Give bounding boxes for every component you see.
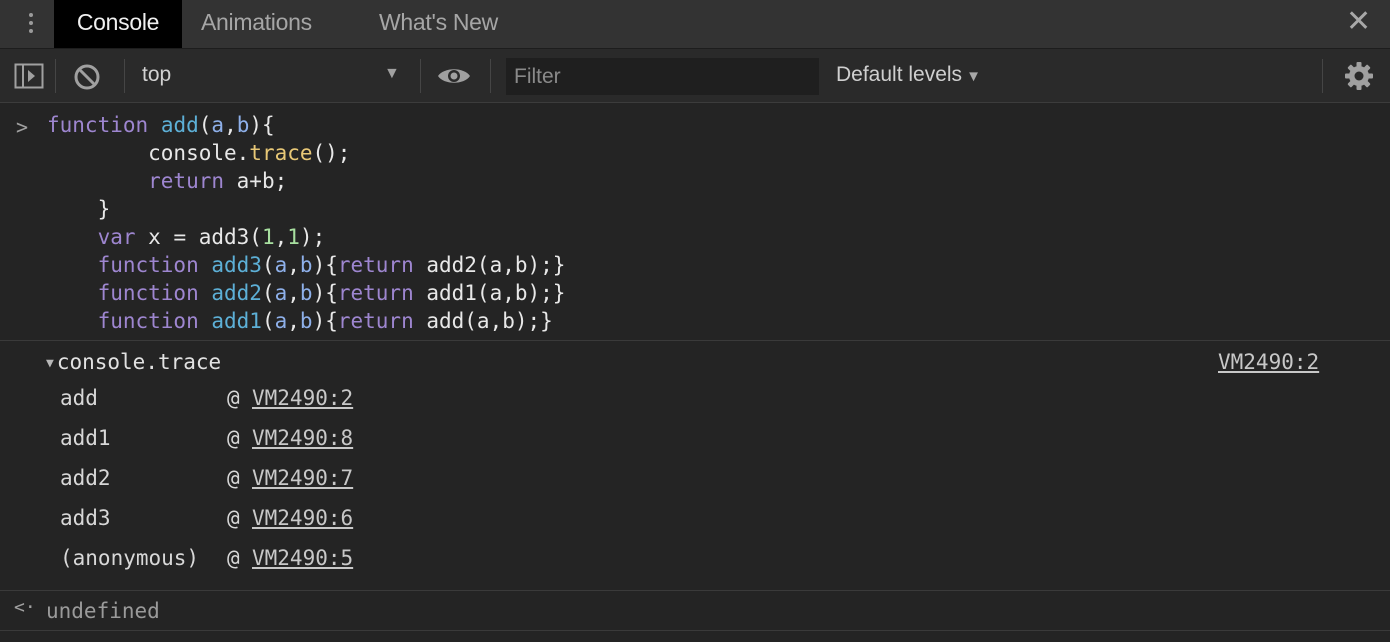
- frame-function: add3: [60, 506, 111, 530]
- close-icon[interactable]: ✕: [1346, 6, 1371, 38]
- chevron-down-icon[interactable]: ▼: [384, 65, 400, 83]
- tab-whats-new[interactable]: What's New: [379, 0, 498, 48]
- show-sidebar-icon[interactable]: [14, 63, 44, 89]
- console-toolbar: top ▼ Default levels▼: [0, 49, 1390, 103]
- frame-location-link[interactable]: VM2490:7: [252, 463, 353, 493]
- stack-frame: add @ VM2490:2: [60, 383, 353, 413]
- frame-function: add2: [60, 466, 111, 490]
- code-line: function add(a,b){: [47, 113, 275, 137]
- trace-source-link[interactable]: VM2490:2: [1218, 347, 1319, 377]
- stack-frame: (anonymous) @ VM2490:5: [60, 543, 353, 573]
- frame-function: (anonymous): [60, 546, 200, 570]
- frame-function: add: [60, 386, 98, 410]
- frame-location-link[interactable]: VM2490:6: [252, 503, 353, 533]
- drawer-tab-bar: Console Animations What's New ✕: [0, 0, 1390, 49]
- kebab-menu-icon[interactable]: [22, 10, 40, 38]
- code-line: console.trace();: [47, 141, 351, 165]
- message-divider: [0, 630, 1390, 631]
- frame-at: @: [227, 506, 240, 530]
- context-selector[interactable]: top: [142, 63, 171, 87]
- result-arrow-icon: <·: [14, 597, 36, 618]
- tab-animations[interactable]: Animations: [201, 0, 312, 48]
- code-line: function add2(a,b){return add1(a,b);}: [47, 281, 566, 305]
- triangle-expanded-icon: ▼: [46, 356, 54, 371]
- frame-at: @: [227, 386, 240, 410]
- frame-location-link[interactable]: VM2490:5: [252, 543, 353, 573]
- stack-frame: add1 @ VM2490:8: [60, 423, 353, 453]
- frame-function: add1: [60, 426, 111, 450]
- input-prompt-icon: >: [16, 115, 29, 139]
- log-levels-label: Default levels: [836, 63, 963, 86]
- frame-location-link[interactable]: VM2490:8: [252, 423, 353, 453]
- live-expression-eye-icon[interactable]: [436, 65, 472, 87]
- code-line: }: [47, 197, 111, 221]
- trace-group-header[interactable]: ▼ console.trace: [46, 347, 221, 377]
- settings-gear-icon[interactable]: [1344, 61, 1374, 91]
- chevron-down-icon: ▼: [966, 68, 981, 85]
- filter-input[interactable]: [506, 58, 819, 95]
- message-divider: [0, 590, 1390, 591]
- tab-console[interactable]: Console: [54, 0, 182, 48]
- result-value: undefined: [46, 599, 160, 623]
- code-line: var x = add3(1,1);: [47, 225, 326, 249]
- frame-at: @: [227, 466, 240, 490]
- code-line: function add3(a,b){return add2(a,b);}: [47, 253, 566, 277]
- message-divider: [0, 340, 1390, 341]
- frame-at: @: [227, 546, 240, 570]
- trace-title: console.trace: [56, 350, 222, 374]
- code-line: function add1(a,b){return add(a,b);}: [47, 309, 553, 333]
- frame-at: @: [227, 426, 240, 450]
- log-levels-dropdown[interactable]: Default levels ▼: [836, 63, 981, 87]
- clear-console-icon[interactable]: [73, 63, 101, 91]
- stack-frame: add2 @ VM2490:7: [60, 463, 353, 493]
- stack-frame: add3 @ VM2490:6: [60, 503, 353, 533]
- frame-location-link[interactable]: VM2490:2: [252, 383, 353, 413]
- code-line: return a+b;: [47, 169, 288, 193]
